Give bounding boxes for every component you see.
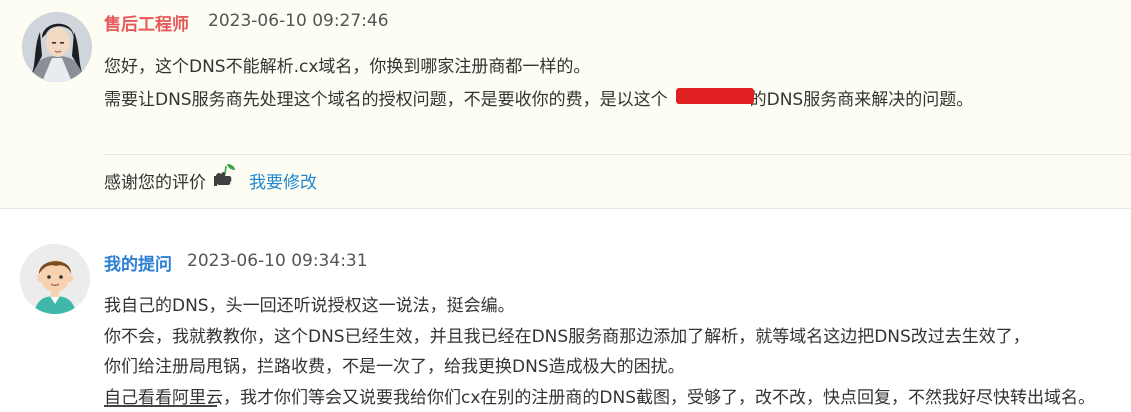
asker-label: 我的提问 <box>104 255 172 275</box>
text-underline <box>104 405 217 407</box>
question-line-1: 我自己的DNS，头一回还听说授权这一说法，挺会编。 <box>104 296 515 316</box>
edit-rating-link[interactable]: 我要修改 <box>249 168 317 193</box>
question-line-3: 你们给注册局甩锅，拦路收费，不是一次了，给我更换DNS造成极大的困扰。 <box>104 357 685 377</box>
reply-line-2: 需要让DNS服务商先处理这个域名的授权问题，不是要收你的费，是以这个 的DNS服务… <box>104 85 973 110</box>
reply-line-1: 您好，这个DNS不能解析.cx域名，你换到哪家注册商都一样的。 <box>104 57 591 77</box>
reply-timestamp: 2023-06-10 09:27:46 <box>208 11 389 31</box>
engineer-avatar <box>22 12 92 82</box>
redaction-mark <box>676 88 754 104</box>
engineer-reply-card: 售后工程师 2023-06-10 09:27:46 您好，这个DNS不能解析.c… <box>0 0 1131 209</box>
question-timestamp: 2023-06-10 09:34:31 <box>187 251 368 271</box>
reply-divider <box>104 154 1131 155</box>
question-line-4: 自己看看阿里云，我才你们等会又说要我给你们cx在别的注册商的DNS截图，受够了，… <box>104 388 1096 408</box>
asker-avatar <box>20 244 90 314</box>
reply-line-2-part-2: 的DNS服务商来解决的问题。 <box>749 90 974 110</box>
thumb-plant-icon <box>213 162 237 188</box>
reply-line-2-part-1: 需要让DNS服务商先处理这个域名的授权问题，不是要收你的费，是以这个 <box>104 90 668 110</box>
engineer-name: 售后工程师 <box>104 15 189 35</box>
rating-label: 感谢您的评价 <box>104 173 206 193</box>
question-line-2: 你不会，我就教教你，这个DNS已经生效，并且我已经在DNS服务商那边添加了解析，… <box>104 327 1030 347</box>
